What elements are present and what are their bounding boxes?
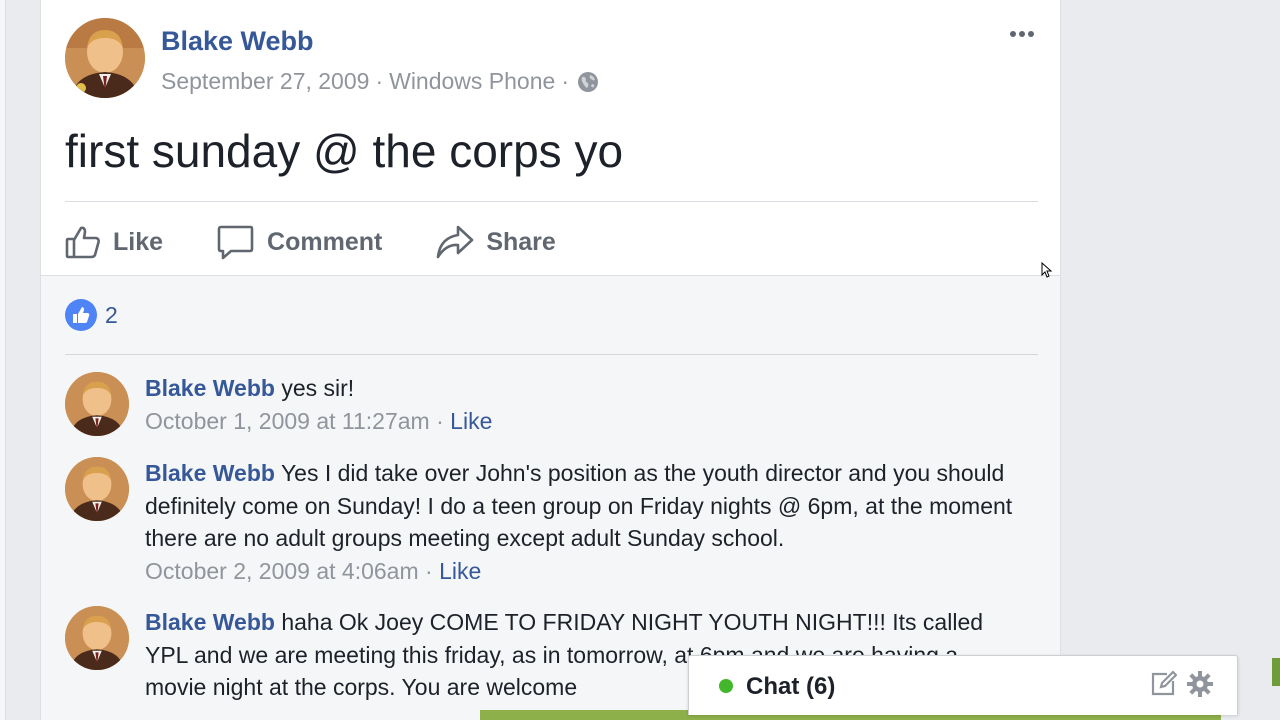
comment-author[interactable]: Blake Webb bbox=[145, 609, 275, 635]
chat-sidebar-tab[interactable]: Chat (6) bbox=[688, 655, 1238, 715]
comment-item: Blake Webb Yes I did take over John's po… bbox=[65, 457, 1025, 587]
chat-label[interactable]: Chat (6) bbox=[746, 673, 835, 701]
comment-text: Yes I did take over John's position as t… bbox=[145, 460, 1013, 551]
share-label: Share bbox=[486, 227, 556, 256]
right-column-background bbox=[1061, 0, 1280, 720]
comment-like-link[interactable]: Like bbox=[450, 408, 492, 434]
feedback-divider bbox=[65, 354, 1038, 355]
comment-timestamp[interactable]: October 1, 2009 at 11:27am bbox=[145, 408, 430, 434]
gear-icon[interactable] bbox=[1186, 670, 1214, 703]
share-arrow-icon bbox=[436, 224, 474, 260]
meta-separator: · bbox=[561, 68, 569, 94]
post-author-name[interactable]: Blake Webb bbox=[161, 26, 314, 57]
feedback-section: 2 Blake Webb yes sir! October 1, 2009 at… bbox=[41, 275, 1060, 720]
commenter-avatar[interactable] bbox=[65, 606, 129, 670]
comment-like-link[interactable]: Like bbox=[439, 558, 481, 584]
comment-text: yes sir! bbox=[281, 375, 355, 401]
post-text: first sunday @ the corps yo bbox=[65, 125, 624, 177]
post-card: Blake Webb September 27, 2009 · Windows … bbox=[40, 0, 1061, 720]
mouse-cursor-icon bbox=[1041, 261, 1053, 283]
commenter-avatar[interactable] bbox=[65, 372, 129, 436]
thumbs-up-outline-icon bbox=[65, 224, 101, 260]
reaction-count: 2 bbox=[105, 301, 118, 328]
like-button[interactable]: Like bbox=[65, 224, 163, 260]
post-header: Blake Webb September 27, 2009 · Windows … bbox=[65, 18, 1038, 102]
left-page-edge bbox=[0, 0, 6, 720]
reaction-summary[interactable]: 2 bbox=[65, 299, 118, 331]
like-label: Like bbox=[113, 227, 164, 256]
comment-timestamp[interactable]: October 2, 2009 at 4:06am bbox=[145, 558, 419, 584]
post-actions: Like Comment Share bbox=[65, 214, 610, 270]
post-meta: September 27, 2009 · Windows Phone · bbox=[161, 68, 599, 95]
compose-icon[interactable] bbox=[1149, 670, 1178, 703]
online-status-dot bbox=[719, 679, 733, 693]
comment-label: Comment bbox=[267, 227, 383, 256]
author-avatar[interactable] bbox=[65, 18, 145, 98]
thumbs-up-icon bbox=[65, 299, 97, 331]
scrollbar-accent[interactable] bbox=[1272, 658, 1280, 686]
post-divider bbox=[65, 201, 1038, 202]
commenter-avatar[interactable] bbox=[65, 457, 129, 521]
meta-separator: · bbox=[375, 68, 384, 94]
comment-bubble-icon bbox=[217, 223, 255, 261]
post-source: Windows Phone bbox=[389, 68, 556, 94]
comment-item: Blake Webb yes sir! October 1, 2009 at 1… bbox=[65, 372, 1025, 442]
share-button[interactable]: Share bbox=[436, 224, 556, 260]
comment-author[interactable]: Blake Webb bbox=[145, 460, 275, 486]
post-date[interactable]: September 27, 2009 bbox=[161, 68, 369, 95]
comment-author[interactable]: Blake Webb bbox=[145, 375, 275, 401]
globe-icon[interactable] bbox=[577, 71, 599, 93]
comment-button[interactable]: Comment bbox=[217, 223, 382, 261]
more-options-icon[interactable] bbox=[1006, 20, 1038, 48]
